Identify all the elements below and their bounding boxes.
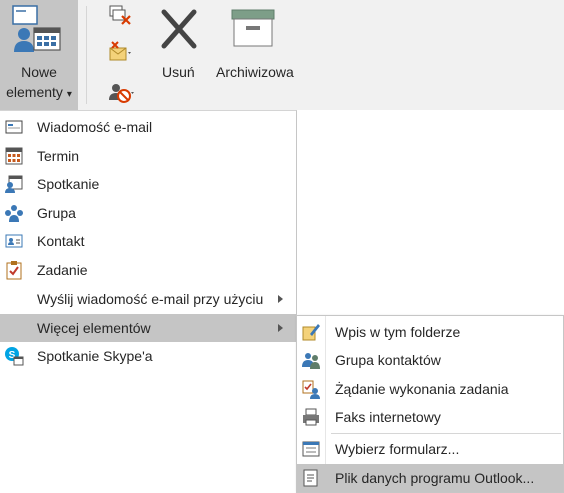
menu-item-label: Kontakt <box>37 233 85 249</box>
junk-icon[interactable] <box>108 40 134 64</box>
archive-label: Archiwizowa <box>216 64 294 80</box>
menu-item-label: Spotkanie <box>37 176 100 192</box>
new-items-label-1: Nowe <box>21 64 57 80</box>
block-icon[interactable] <box>108 80 134 104</box>
submenu-item-outlook-data-file[interactable]: Plik danych programu Outlook... <box>297 464 563 492</box>
fax-icon <box>303 408 319 426</box>
close-icon <box>161 9 197 49</box>
submenu-arrow-icon <box>278 324 283 332</box>
submenu-item-task-request[interactable]: Żądanie wykonania zadania <box>297 375 563 403</box>
menu-item-task[interactable]: Zadanie <box>0 256 296 284</box>
submenu-item-label: Grupa kontaktów <box>335 352 441 368</box>
menu-item-appointment[interactable]: Termin <box>0 142 296 170</box>
contact-icon <box>5 234 23 248</box>
clean-up-icon[interactable] <box>108 4 134 28</box>
delete-label: Usuń <box>162 64 195 80</box>
new-items-button[interactable]: Nowe elementy ▾ <box>0 0 78 110</box>
menu-item-email[interactable]: Wiadomość e-mail <box>0 113 296 141</box>
menu-item-label: Spotkanie Skype'a <box>37 348 153 364</box>
archive-button[interactable]: Archiwizowa <box>214 0 298 110</box>
submenu-item-label: Żądanie wykonania zadania <box>335 381 509 397</box>
calendar-icon <box>5 147 23 165</box>
post-icon <box>302 324 320 341</box>
submenu-arrow-icon <box>278 295 283 303</box>
chevron-down-icon: ▾ <box>66 89 72 100</box>
submenu-item-choose-form[interactable]: Wybierz formularz... <box>297 435 563 463</box>
submenu-item-fax[interactable]: Faks internetowy <box>297 403 563 431</box>
submenu-item-contact-group[interactable]: Grupa kontaktów <box>297 346 563 374</box>
task-request-icon <box>302 380 320 399</box>
menu-item-meeting[interactable]: Spotkanie <box>0 170 296 198</box>
contact-group-icon <box>302 353 320 369</box>
menu-item-label: Grupa <box>37 205 76 221</box>
archive-icon <box>231 9 275 47</box>
data-file-icon <box>303 469 318 487</box>
new-items-label-2-text: elementy <box>6 84 63 100</box>
submenu-item-post[interactable]: Wpis w tym folderze <box>297 318 563 346</box>
menu-item-more-items[interactable]: Więcej elementów <box>0 314 296 342</box>
ribbon-divider <box>86 6 87 104</box>
skype-icon: S <box>5 347 24 366</box>
more-items-submenu: Wpis w tym folderze Grupa kontaktów Żąda… <box>296 315 564 493</box>
menu-item-skype-meeting[interactable]: S Spotkanie Skype'a <box>0 342 296 370</box>
form-icon <box>302 441 320 457</box>
new-items-icon <box>12 5 61 52</box>
submenu-item-label: Plik danych programu Outlook... <box>335 470 535 486</box>
menu-item-label: Zadanie <box>37 262 88 278</box>
menu-item-contact[interactable]: Kontakt <box>0 227 296 255</box>
menu-separator <box>331 433 561 434</box>
task-icon <box>6 261 22 280</box>
new-items-menu: Wiadomość e-mail Termin Spotkanie Grupa <box>0 110 297 493</box>
new-items-label-2: elementy ▾ <box>0 84 78 100</box>
delete-button[interactable]: Usuń <box>156 0 202 110</box>
submenu-item-label: Wybierz formularz... <box>335 441 460 457</box>
menu-item-group[interactable]: Grupa <box>0 199 296 227</box>
menu-item-label: Więcej elementów <box>37 320 151 336</box>
ribbon: Nowe elementy ▾ Usuń Archiwizowa <box>0 0 564 110</box>
menu-item-label: Wiadomość e-mail <box>37 119 153 135</box>
email-icon <box>5 120 23 134</box>
submenu-item-label: Faks internetowy <box>335 409 441 425</box>
submenu-item-label: Wpis w tym folderze <box>335 324 461 340</box>
menu-item-label: Wyślij wiadomość e-mail przy użyciu <box>37 291 264 307</box>
group-icon <box>5 205 23 222</box>
menu-item-send-using[interactable]: Wyślij wiadomość e-mail przy użyciu <box>0 285 296 313</box>
meeting-icon <box>5 175 23 193</box>
menu-item-label: Termin <box>37 148 80 164</box>
